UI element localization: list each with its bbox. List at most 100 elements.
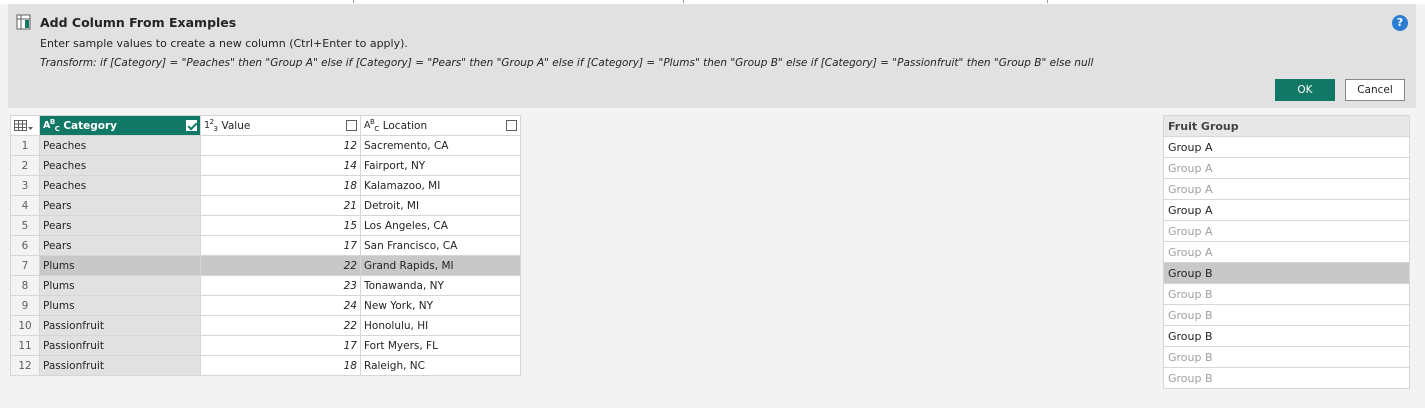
fruit-group-header[interactable]: Fruit Group <box>1163 115 1410 137</box>
table-row[interactable]: 9 Plums 24 New York, NY <box>10 295 521 316</box>
column-header-value[interactable]: 123 Value <box>200 115 361 136</box>
example-row[interactable]: Group A <box>1163 199 1410 221</box>
row-number: 1 <box>10 135 40 156</box>
number-type-icon: 123 <box>204 117 218 134</box>
column-header-category[interactable]: ABC Category <box>39 115 201 136</box>
example-input[interactable]: Group B <box>1163 262 1410 284</box>
example-input[interactable]: Group B <box>1163 325 1410 347</box>
cell-category[interactable]: Peaches <box>39 135 201 156</box>
table-row[interactable]: 10 Passionfruit 22 Honolulu, HI <box>10 315 521 336</box>
example-input[interactable]: Group A <box>1163 157 1410 179</box>
cell-location[interactable]: Los Angeles, CA <box>360 215 521 236</box>
cell-value[interactable]: 22 <box>200 315 361 336</box>
cancel-button[interactable]: Cancel <box>1345 79 1405 101</box>
column-header-location[interactable]: ABC Location <box>360 115 521 136</box>
example-row[interactable]: Group B <box>1163 262 1410 284</box>
cell-value[interactable]: 12 <box>200 135 361 156</box>
cell-value[interactable]: 14 <box>200 155 361 176</box>
cell-category[interactable]: Pears <box>39 235 201 256</box>
cell-location[interactable]: Fort Myers, FL <box>360 335 521 356</box>
cell-category[interactable]: Passionfruit <box>39 335 201 356</box>
add-column-icon <box>16 14 31 30</box>
cell-location[interactable]: Honolulu, HI <box>360 315 521 336</box>
example-row[interactable]: Group B <box>1163 346 1410 368</box>
cell-value[interactable]: 23 <box>200 275 361 296</box>
example-input[interactable]: Group B <box>1163 304 1410 326</box>
cell-category[interactable]: Peaches <box>39 155 201 176</box>
table-row[interactable]: 4 Pears 21 Detroit, MI <box>10 195 521 216</box>
example-row[interactable]: Group A <box>1163 220 1410 242</box>
example-input[interactable]: Group A <box>1163 178 1410 200</box>
row-number: 9 <box>10 295 40 316</box>
cell-category[interactable]: Peaches <box>39 175 201 196</box>
example-row[interactable]: Group B <box>1163 367 1410 389</box>
help-icon[interactable]: ? <box>1392 15 1408 31</box>
example-input[interactable]: Group B <box>1163 283 1410 305</box>
example-input[interactable]: Group A <box>1163 199 1410 221</box>
cell-value[interactable]: 15 <box>200 215 361 236</box>
example-input[interactable]: Group A <box>1163 241 1410 263</box>
table-row[interactable]: 7 Plums 22 Grand Rapids, MI <box>10 255 521 276</box>
data-grid: ABC Category 123 Value ABC Location 1 Pe… <box>10 115 521 376</box>
column-checkbox-value[interactable] <box>346 120 357 131</box>
table-menu-button[interactable] <box>10 115 40 136</box>
row-number: 11 <box>10 335 40 356</box>
table-row[interactable]: 8 Plums 23 Tonawanda, NY <box>10 275 521 296</box>
example-row[interactable]: Group B <box>1163 304 1410 326</box>
cell-location[interactable]: Kalamazoo, MI <box>360 175 521 196</box>
cell-value[interactable]: 17 <box>200 335 361 356</box>
column-label: Category <box>63 119 118 132</box>
cell-value[interactable]: 22 <box>200 255 361 276</box>
table-row[interactable]: 12 Passionfruit 18 Raleigh, NC <box>10 355 521 376</box>
column-checkbox-location[interactable] <box>506 120 517 131</box>
text-type-icon: ABC <box>364 117 379 134</box>
example-input[interactable]: Group B <box>1163 367 1410 389</box>
example-input[interactable]: Group A <box>1163 136 1410 158</box>
cell-location[interactable]: Tonawanda, NY <box>360 275 521 296</box>
cell-category[interactable]: Pears <box>39 215 201 236</box>
cell-location[interactable]: Fairport, NY <box>360 155 521 176</box>
table-row[interactable]: 6 Pears 17 San Francisco, CA <box>10 235 521 256</box>
example-row[interactable]: Group A <box>1163 157 1410 179</box>
cell-category[interactable]: Plums <box>39 275 201 296</box>
cell-location[interactable]: Grand Rapids, MI <box>360 255 521 276</box>
cell-value[interactable]: 21 <box>200 195 361 216</box>
example-row[interactable]: Group A <box>1163 136 1410 158</box>
cell-value[interactable]: 24 <box>200 295 361 316</box>
table-row[interactable]: 5 Pears 15 Los Angeles, CA <box>10 215 521 236</box>
example-row[interactable]: Group B <box>1163 325 1410 347</box>
row-number: 4 <box>10 195 40 216</box>
cell-value[interactable]: 18 <box>200 175 361 196</box>
column-label: Value <box>221 119 251 132</box>
example-row[interactable]: Group A <box>1163 178 1410 200</box>
banner-subtitle: Enter sample values to create a new colu… <box>40 37 408 50</box>
transform-formula: Transform: if [Category] = "Peaches" the… <box>40 57 1094 69</box>
row-number: 7 <box>10 255 40 276</box>
row-number: 3 <box>10 175 40 196</box>
cell-location[interactable]: Sacremento, CA <box>360 135 521 156</box>
cell-value[interactable]: 17 <box>200 235 361 256</box>
cell-category[interactable]: Plums <box>39 255 201 276</box>
table-row[interactable]: 3 Peaches 18 Kalamazoo, MI <box>10 175 521 196</box>
cell-value[interactable]: 18 <box>200 355 361 376</box>
cell-category[interactable]: Pears <box>39 195 201 216</box>
cell-location[interactable]: San Francisco, CA <box>360 235 521 256</box>
table-row[interactable]: 2 Peaches 14 Fairport, NY <box>10 155 521 176</box>
table-row[interactable]: 11 Passionfruit 17 Fort Myers, FL <box>10 335 521 356</box>
ok-button[interactable]: OK <box>1275 79 1335 101</box>
example-row[interactable]: Group B <box>1163 283 1410 305</box>
cell-category[interactable]: Passionfruit <box>39 355 201 376</box>
row-number: 2 <box>10 155 40 176</box>
cell-location[interactable]: New York, NY <box>360 295 521 316</box>
example-input[interactable]: Group B <box>1163 346 1410 368</box>
cell-category[interactable]: Plums <box>39 295 201 316</box>
example-row[interactable]: Group A <box>1163 241 1410 263</box>
example-input[interactable]: Group A <box>1163 220 1410 242</box>
cell-category[interactable]: Passionfruit <box>39 315 201 336</box>
row-number: 8 <box>10 275 40 296</box>
column-checkbox-category[interactable] <box>186 120 197 131</box>
cell-location[interactable]: Raleigh, NC <box>360 355 521 376</box>
table-row[interactable]: 1 Peaches 12 Sacremento, CA <box>10 135 521 156</box>
cell-location[interactable]: Detroit, MI <box>360 195 521 216</box>
banner-title: Add Column From Examples <box>40 15 237 30</box>
